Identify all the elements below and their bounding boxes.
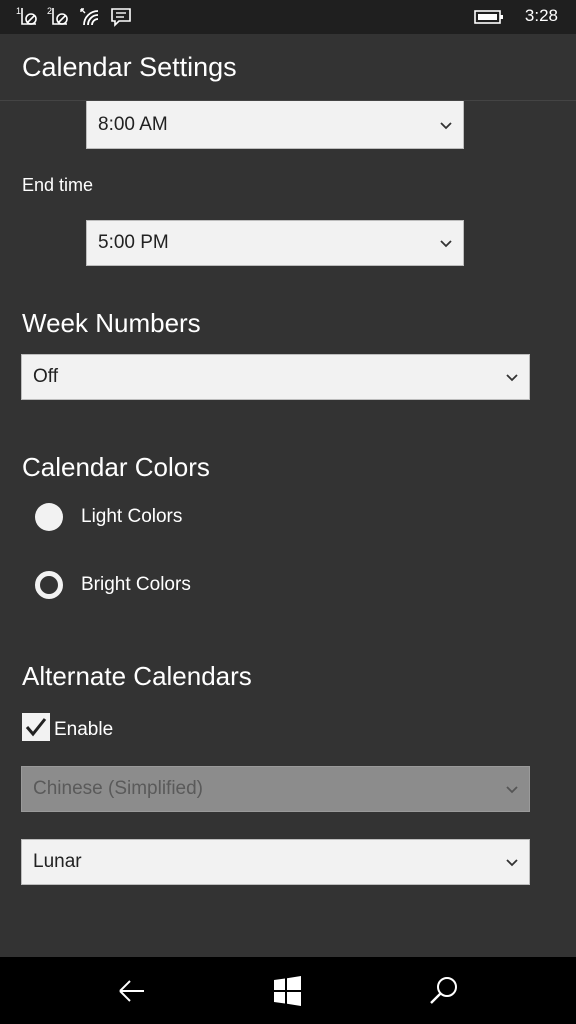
svg-text:2: 2: [47, 6, 52, 16]
enable-label[interactable]: Enable: [54, 719, 113, 741]
checkmark-icon: [25, 718, 47, 737]
alternate-calendar-select[interactable]: Lunar: [21, 839, 530, 885]
week-numbers-select[interactable]: Off: [21, 354, 530, 400]
svg-text:1: 1: [16, 6, 21, 16]
light-colors-label[interactable]: Light Colors: [81, 506, 182, 528]
enable-checkbox[interactable]: [22, 713, 50, 741]
alternate-calendar-value: Lunar: [33, 851, 82, 872]
bright-colors-radio[interactable]: [35, 571, 63, 599]
bright-colors-label[interactable]: Bright Colors: [81, 574, 191, 596]
start-time-select[interactable]: 8:00 AM: [86, 101, 464, 149]
sim2-no-signal-icon: 2: [47, 6, 68, 25]
chevron-down-icon: [506, 859, 518, 867]
week-numbers-heading: Week Numbers: [22, 308, 201, 338]
alternate-language-select: Chinese (Simplified): [21, 766, 530, 812]
battery-icon: [474, 10, 503, 24]
status-bar: 1 2 3:28: [0, 0, 576, 34]
clock: 3:28: [524, 6, 558, 25]
page-title: Calendar Settings: [22, 52, 237, 82]
message-icon: [111, 8, 131, 27]
settings-content[interactable]: 8:00 AM End time 5:00 PM Week Numbers Of…: [0, 101, 576, 957]
end-time-select[interactable]: 5:00 PM: [86, 220, 464, 266]
alternate-language-value: Chinese (Simplified): [33, 778, 204, 799]
windows-start-icon[interactable]: [268, 971, 308, 1011]
chevron-down-icon: [440, 122, 452, 130]
calendar-colors-heading: Calendar Colors: [22, 452, 210, 482]
wifi-icon: [80, 8, 99, 26]
chevron-down-icon: [440, 240, 452, 248]
sim1-no-signal-icon: 1: [16, 6, 37, 25]
light-colors-radio[interactable]: [35, 503, 63, 531]
end-time-label: End time: [22, 175, 94, 195]
search-icon[interactable]: [424, 971, 464, 1011]
alternate-calendars-heading: Alternate Calendars: [22, 661, 252, 691]
header: Calendar Settings: [0, 34, 576, 101]
chevron-down-icon: [506, 374, 518, 382]
back-icon[interactable]: [112, 971, 152, 1011]
start-time-value: 8:00 AM: [98, 114, 168, 135]
navigation-bar: [0, 957, 576, 1024]
end-time-value: 5:00 PM: [98, 232, 169, 253]
chevron-down-icon: [506, 786, 518, 794]
week-numbers-value: Off: [33, 366, 58, 387]
